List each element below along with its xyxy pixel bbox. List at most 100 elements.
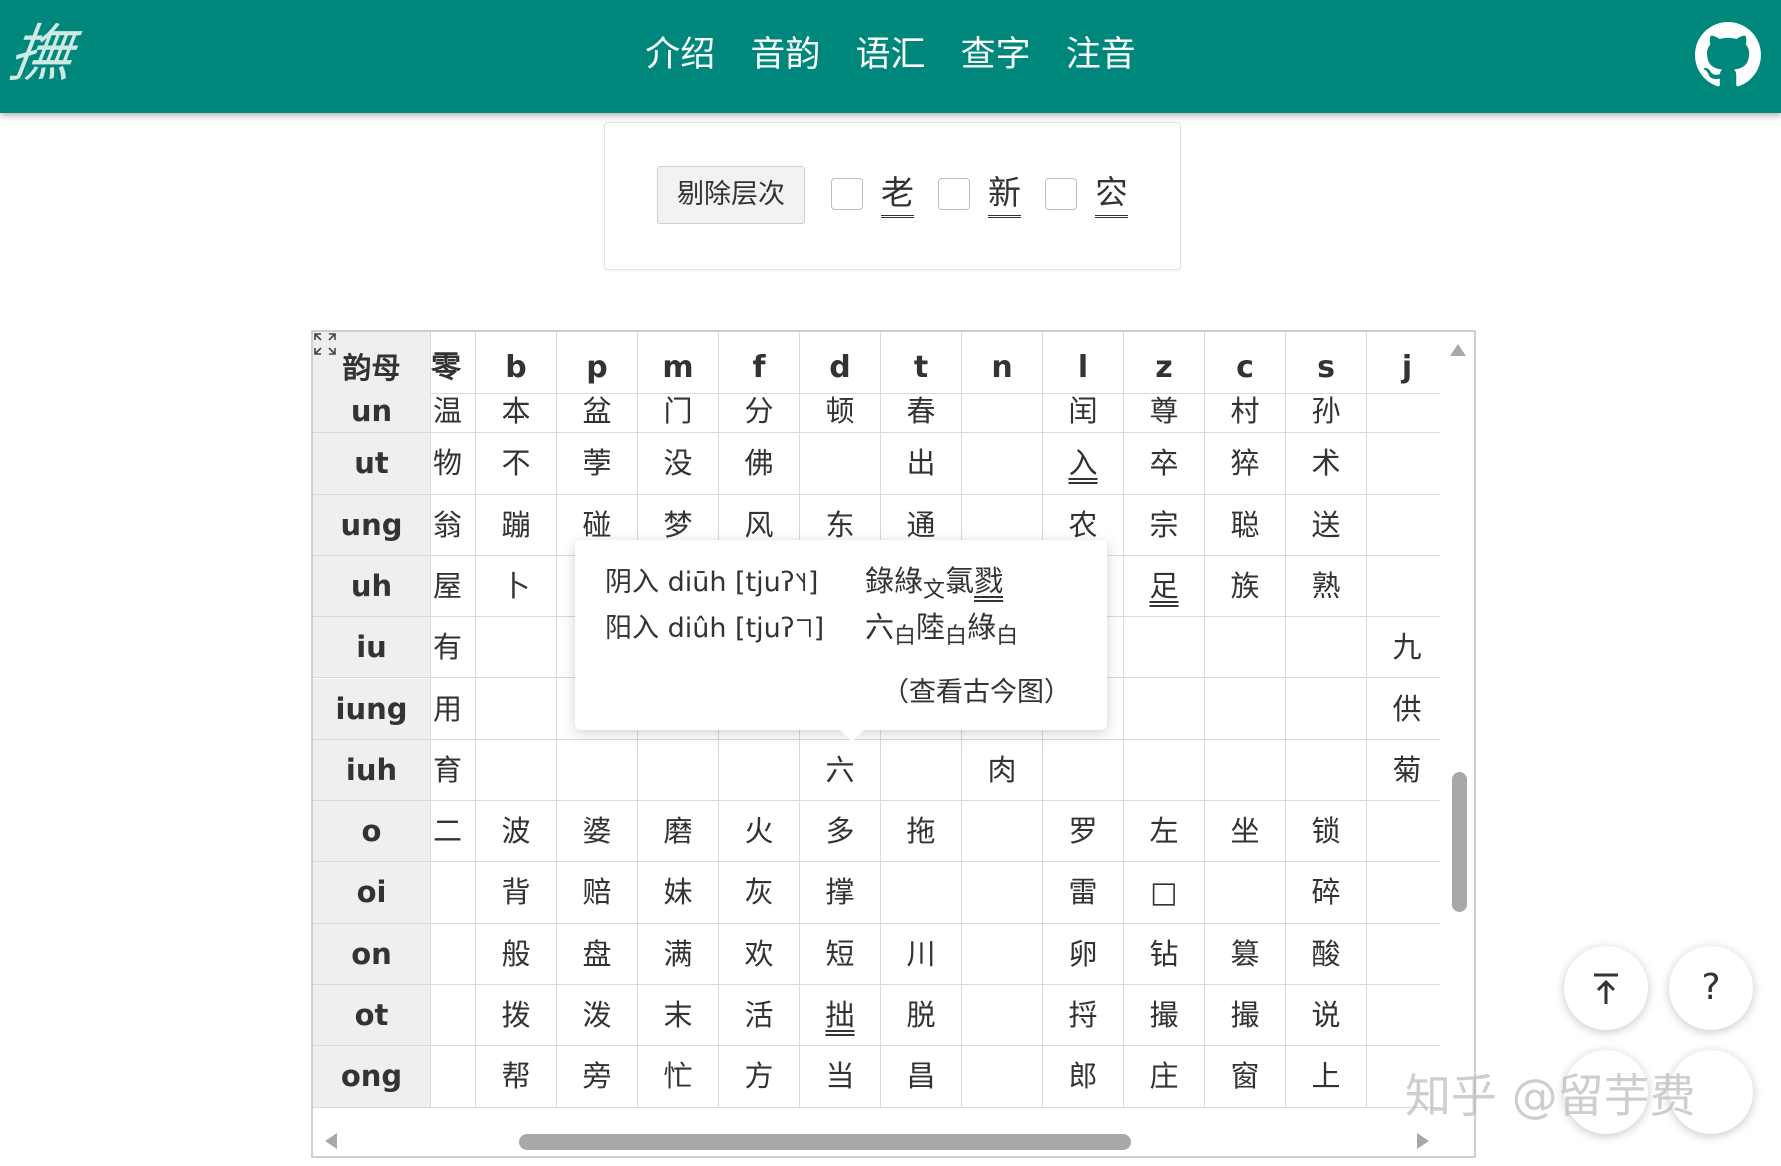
tooltip-char[interactable]: 六 (865, 610, 894, 644)
table-cell[interactable]: 庄 (1124, 1046, 1205, 1108)
table-cell[interactable]: 昌 (881, 1046, 962, 1108)
table-cell[interactable]: 聪 (1205, 494, 1286, 556)
horizontal-scroll-thumb[interactable] (519, 1134, 1131, 1150)
table-cell[interactable]: 用 (431, 678, 476, 740)
table-cell[interactable]: 荸 (557, 433, 638, 495)
table-cell[interactable]: 末 (638, 985, 719, 1047)
table-cell[interactable]: 方 (719, 1046, 800, 1108)
github-icon[interactable] (1695, 22, 1761, 88)
nav-item-vocabulary[interactable]: 语汇 (855, 0, 925, 110)
table-cell[interactable]: 波 (476, 801, 557, 863)
tooltip-char[interactable]: 陸 (916, 610, 945, 644)
table-cell[interactable]: 婆 (557, 801, 638, 863)
horizontal-scrollbar[interactable] (313, 1122, 1474, 1156)
checkbox-old[interactable] (831, 178, 863, 210)
table-cell[interactable]: 顿 (800, 390, 881, 434)
nav-item-lookup[interactable]: 查字 (961, 0, 1031, 110)
checkbox-label-new[interactable]: 新 (988, 171, 1021, 218)
table-cell[interactable]: 酸 (1286, 923, 1367, 985)
checkbox-new[interactable] (938, 178, 970, 210)
table-cell[interactable]: 蹦 (476, 494, 557, 556)
vertical-scrollbar[interactable] (1442, 332, 1474, 1122)
tooltip-char[interactable]: 錄 (865, 564, 894, 598)
table-cell[interactable]: 火 (719, 801, 800, 863)
table-cell[interactable]: 妹 (638, 862, 719, 924)
table-cell[interactable]: 短 (800, 923, 881, 985)
table-cell[interactable]: 磨 (638, 801, 719, 863)
table-cell[interactable]: 罗 (1043, 801, 1124, 863)
table-cell[interactable]: 拨 (476, 985, 557, 1047)
table-cell[interactable]: 六 (800, 739, 881, 802)
table-cell[interactable]: 川 (881, 923, 962, 985)
tooltip-char[interactable]: 戮 (974, 564, 1003, 598)
table-cell[interactable]: 不 (476, 433, 557, 495)
table-cell[interactable]: 送 (1286, 494, 1367, 556)
table-cell[interactable]: 育 (431, 739, 476, 802)
table-cell[interactable]: 佛 (719, 433, 800, 495)
table-cell[interactable]: 锁 (1286, 801, 1367, 863)
table-cell[interactable]: 左 (1124, 801, 1205, 863)
scroll-up-arrow-icon[interactable] (1449, 342, 1467, 358)
strip-layers-button[interactable]: 剔除层次 (657, 166, 805, 224)
table-cell[interactable]: 背 (476, 862, 557, 924)
table-cell[interactable]: 上 (1286, 1046, 1367, 1108)
table-cell[interactable]: 孙 (1286, 390, 1367, 434)
table-cell[interactable]: 屋 (431, 555, 476, 618)
table-cell[interactable]: 闰 (1043, 390, 1124, 434)
table-cell[interactable]: 篡 (1205, 923, 1286, 985)
checkbox-official[interactable] (1045, 178, 1077, 210)
table-cell[interactable]: 坐 (1205, 801, 1286, 863)
table-cell[interactable]: 盘 (557, 923, 638, 985)
table-cell[interactable]: 捋 (1043, 985, 1124, 1047)
checkbox-label-official[interactable]: 㝐 (1095, 171, 1128, 218)
table-cell[interactable]: 出 (881, 433, 962, 495)
table-cell[interactable]: 供 (1367, 679, 1440, 740)
table-cell[interactable]: 活 (719, 985, 800, 1047)
table-cell[interactable]: 窗 (1205, 1046, 1286, 1108)
back-to-top-button[interactable] (1564, 946, 1648, 1030)
table-cell[interactable]: 拙 (800, 985, 881, 1047)
table-cell[interactable]: 宗 (1124, 494, 1205, 556)
table-cell[interactable]: 术 (1286, 433, 1367, 495)
table-cell[interactable]: 门 (638, 390, 719, 434)
table-cell[interactable]: 尊 (1124, 390, 1205, 434)
table-cell[interactable]: 肉 (962, 739, 1043, 802)
scroll-left-arrow-icon[interactable] (323, 1132, 339, 1150)
table-cell[interactable]: 春 (881, 390, 962, 434)
table-cell[interactable]: 拖 (881, 801, 962, 863)
table-cell[interactable]: 入 (1043, 433, 1124, 495)
table-cell[interactable]: 猝 (1205, 433, 1286, 495)
table-cell[interactable]: 足 (1124, 555, 1205, 618)
table-cell[interactable]: 忙 (638, 1046, 719, 1108)
table-cell[interactable]: 郎 (1043, 1046, 1124, 1108)
table-cell[interactable]: 村 (1205, 390, 1286, 434)
table-cell[interactable]: 灰 (719, 862, 800, 924)
table-cell[interactable]: 卒 (1124, 433, 1205, 495)
table-cell[interactable]: 泼 (557, 985, 638, 1047)
table-cell[interactable]: 当 (800, 1046, 881, 1108)
table-cell[interactable]: □ (1124, 862, 1205, 924)
table-cell[interactable]: 赔 (557, 862, 638, 924)
table-cell[interactable]: 帮 (476, 1046, 557, 1108)
table-cell[interactable]: 撑 (800, 862, 881, 924)
table-cell[interactable]: 碎 (1286, 862, 1367, 924)
nav-item-intro[interactable]: 介绍 (645, 0, 715, 110)
vertical-scroll-thumb[interactable] (1452, 772, 1467, 912)
help-button[interactable]: ? (1669, 946, 1753, 1030)
table-cell[interactable]: 满 (638, 923, 719, 985)
table-cell[interactable]: 旁 (557, 1046, 638, 1108)
table-cell[interactable]: 卵 (1043, 923, 1124, 985)
table-cell[interactable]: 有 (431, 617, 476, 679)
table-cell[interactable]: 本 (476, 390, 557, 434)
nav-item-phonology[interactable]: 音韵 (750, 0, 820, 110)
table-cell[interactable]: 多 (800, 801, 881, 863)
table-cell[interactable]: 菊 (1367, 740, 1440, 802)
table-cell[interactable]: 脱 (881, 985, 962, 1047)
table-cell[interactable]: 二 (431, 801, 476, 863)
nav-item-annotate[interactable]: 注音 (1066, 0, 1136, 110)
checkbox-label-old[interactable]: 老 (881, 171, 914, 218)
table-cell[interactable]: 翁 (431, 494, 476, 556)
table-cell[interactable]: 族 (1205, 555, 1286, 618)
table-cell[interactable]: 撮 (1205, 985, 1286, 1047)
table-cell[interactable]: 分 (719, 390, 800, 434)
